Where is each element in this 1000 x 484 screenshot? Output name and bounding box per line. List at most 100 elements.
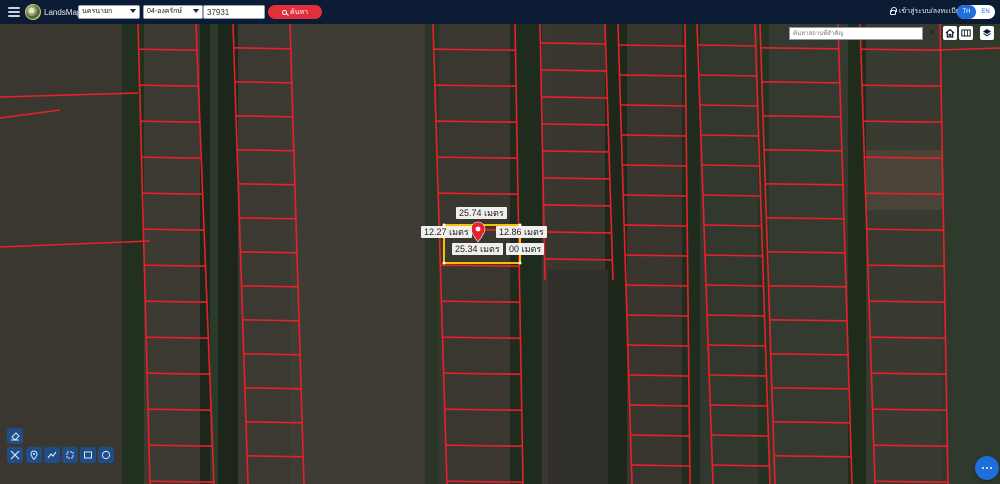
chevron-down-icon: [130, 9, 136, 13]
parcel-boundary-line: [434, 84, 517, 87]
parcel-boundary-line: [435, 120, 517, 123]
parcel-boundary-line: [443, 372, 522, 375]
rectangle-tool-button[interactable]: [80, 447, 96, 463]
parcel-boundary-line: [440, 264, 520, 267]
landsmaps-app: LandsMaps นครนายก 04-องครักษ์ ค้นหา เข้า…: [0, 0, 1000, 484]
parcel-boundary-line: [701, 164, 760, 167]
parcel-boundary-line: [138, 48, 197, 51]
layers-icon: [983, 29, 991, 37]
polyline-icon: [47, 451, 57, 459]
search-icon: [281, 9, 287, 15]
language-toggle: TH EN: [957, 5, 995, 19]
parcel-boundary-line: [760, 47, 839, 50]
parcel-boundary-line: [702, 194, 761, 197]
field-area: [548, 270, 608, 484]
search-button-label: ค้นหา: [289, 8, 308, 16]
field-area: [940, 24, 1000, 484]
parcel-boundary-line: [148, 444, 213, 447]
polygon-tool-button[interactable]: [62, 447, 78, 463]
parcel-boundary-line: [765, 183, 843, 186]
measure-tool-button[interactable]: [7, 447, 23, 463]
home-button[interactable]: [943, 26, 957, 40]
close-icon[interactable]: ×: [925, 27, 938, 40]
parcel-boundary-line: [867, 264, 945, 267]
parcel-boundary-line: [626, 314, 689, 317]
circle-tool-button[interactable]: [98, 447, 114, 463]
parcel-boundary-line: [235, 115, 293, 118]
parcel-boundary-line: [142, 192, 203, 195]
parcel-boundary-line: [442, 336, 521, 339]
parcel-boundary-line: [864, 156, 943, 159]
eraser-button[interactable]: [7, 428, 23, 444]
parcel-boundary-line: [145, 300, 207, 303]
parcel-boundary-line: [240, 251, 297, 254]
crosshair-icon: [10, 450, 20, 460]
parcel-boundary-line: [629, 404, 690, 407]
parcel-boundary-line: [861, 84, 942, 87]
parcel-boundary-line: [239, 217, 296, 220]
login-label: เข้าสู่ระบบ/ลงทะเบียน: [899, 8, 965, 15]
parcel-boundary-line: [147, 372, 210, 375]
parcel-boundary-line: [772, 421, 851, 424]
table-button[interactable]: [959, 26, 973, 40]
hamburger-icon[interactable]: [8, 7, 20, 17]
vertex-handle[interactable]: [442, 261, 446, 265]
measure-label-left: 12.27 เมตร: [421, 226, 472, 238]
parcel-boundary-line: [140, 120, 200, 123]
search-button[interactable]: ค้นหา: [268, 5, 322, 19]
parcel-boundary-line: [863, 120, 942, 123]
parcel-boundary-line: [767, 251, 845, 254]
parcel-boundary-line: [771, 387, 850, 390]
parcel-boundary-line: [699, 104, 758, 107]
parcel-boundary-line: [866, 228, 944, 231]
parcel-boundary-line: [703, 224, 762, 227]
parcel-boundary-line: [444, 408, 522, 411]
parcel-boundary-line: [630, 434, 690, 437]
parcel-boundary-line: [768, 285, 846, 288]
parcel-boundary-line: [764, 149, 842, 152]
parcel-boundary-line: [542, 150, 609, 153]
parcel-boundary-line: [873, 444, 948, 447]
parcel-boundary-line: [631, 464, 690, 467]
measure-label-area: 00 เมตร: [506, 243, 545, 255]
measure-label-top: 25.74 เมตร: [456, 207, 507, 219]
parcel-boundary-line: [874, 480, 948, 483]
measure-value-bottom: 25.34 เมตร: [455, 244, 500, 254]
landsmaps-logo[interactable]: [25, 4, 41, 20]
lang-en-button[interactable]: EN: [976, 5, 995, 19]
parcel-boundary-line: [148, 408, 212, 411]
parcel-boundary-line: [544, 258, 613, 261]
layers-button[interactable]: [980, 26, 994, 40]
parcel-boundary-line: [144, 264, 206, 267]
parcel-boundary-line: [698, 74, 757, 77]
province-select[interactable]: นครนายก: [78, 5, 140, 19]
parcel-boundary-line: [710, 404, 768, 407]
parcel-boundary-line: [445, 444, 523, 447]
rectangle-icon: [84, 451, 92, 459]
parcel-boundary-line: [437, 156, 518, 159]
vertex-handle[interactable]: [518, 261, 522, 265]
marker-tool-button[interactable]: [26, 447, 42, 463]
parcel-boundary-line: [541, 96, 608, 99]
parcel-boundary-line: [540, 69, 607, 72]
parcel-number-input[interactable]: [203, 5, 265, 19]
lock-icon: [890, 7, 897, 15]
parcel-boundary-line: [242, 319, 300, 322]
parcel-boundary-line: [241, 285, 298, 288]
parcel-boundary-line: [711, 434, 769, 437]
field-area: [866, 24, 942, 484]
lang-th-button[interactable]: TH: [957, 5, 976, 19]
parcel-boundary-line: [700, 134, 759, 137]
parcel-boundary-line: [707, 314, 765, 317]
parcel-boundary-line: [141, 156, 202, 159]
field-area: [700, 24, 758, 484]
parcel-boundary-line: [234, 81, 292, 84]
parcel-boundary-line: [238, 183, 295, 186]
place-search-input[interactable]: [789, 27, 923, 40]
more-options-button[interactable]: [975, 456, 999, 480]
parcel-boundary-line: [774, 455, 852, 458]
polyline-tool-button[interactable]: [44, 447, 60, 463]
marker-icon: [30, 450, 38, 460]
login-link[interactable]: เข้าสู่ระบบ/ลงทะเบียน: [890, 6, 965, 17]
district-select[interactable]: 04-องครักษ์: [143, 5, 203, 19]
